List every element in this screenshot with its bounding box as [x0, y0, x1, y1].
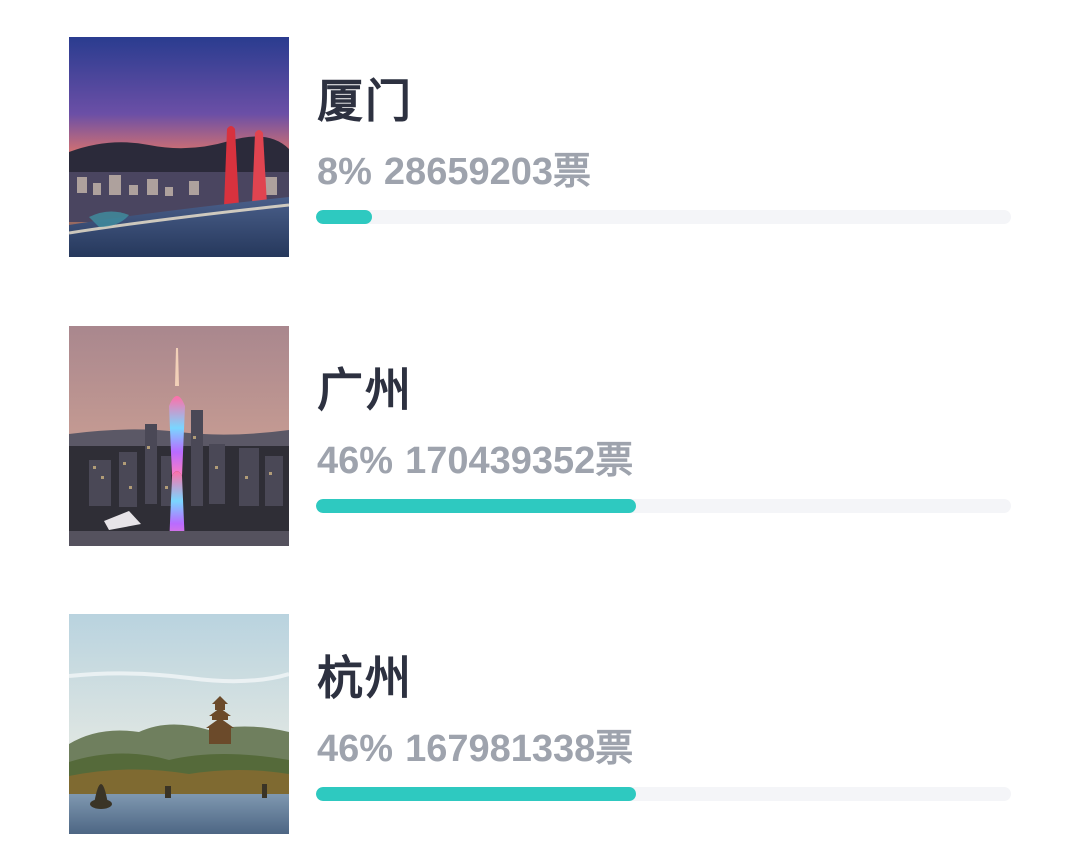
ranking-item-hangzhou[interactable]: 杭州 46% 167981338票: [0, 614, 1080, 836]
city-name: 杭州: [317, 652, 413, 704]
vote-progress-bar: [316, 787, 1011, 801]
vote-percentage: 46%: [317, 440, 394, 482]
vote-progress-bar: [316, 499, 1011, 513]
hangzhou-thumbnail[interactable]: [69, 614, 289, 834]
city-vote-ranking-list: 厦门 8% 28659203票 广州 46% 170439352票 杭州 46%…: [0, 0, 1080, 863]
vote-count: 28659203票: [383, 151, 591, 193]
ranking-item-guangzhou[interactable]: 广州 46% 170439352票: [0, 326, 1080, 548]
ranking-item-xiamen[interactable]: 厦门 8% 28659203票: [0, 37, 1080, 259]
xiamen-thumbnail[interactable]: [69, 37, 289, 257]
vote-progress-fill: [316, 787, 636, 801]
vote-stats: 8% 28659203票: [317, 149, 591, 195]
guangzhou-thumbnail[interactable]: [69, 326, 289, 546]
city-name: 广州: [317, 364, 413, 416]
vote-progress-bar: [316, 210, 1011, 224]
vote-progress-fill: [316, 499, 636, 513]
city-name: 厦门: [317, 75, 413, 127]
vote-stats: 46% 170439352票: [317, 438, 633, 484]
vote-progress-fill: [316, 210, 372, 224]
vote-count: 170439352票: [405, 440, 634, 482]
vote-count: 167981338票: [405, 728, 634, 770]
vote-percentage: 46%: [317, 728, 394, 770]
vote-percentage: 8%: [317, 151, 372, 193]
vote-stats: 46% 167981338票: [317, 726, 633, 772]
